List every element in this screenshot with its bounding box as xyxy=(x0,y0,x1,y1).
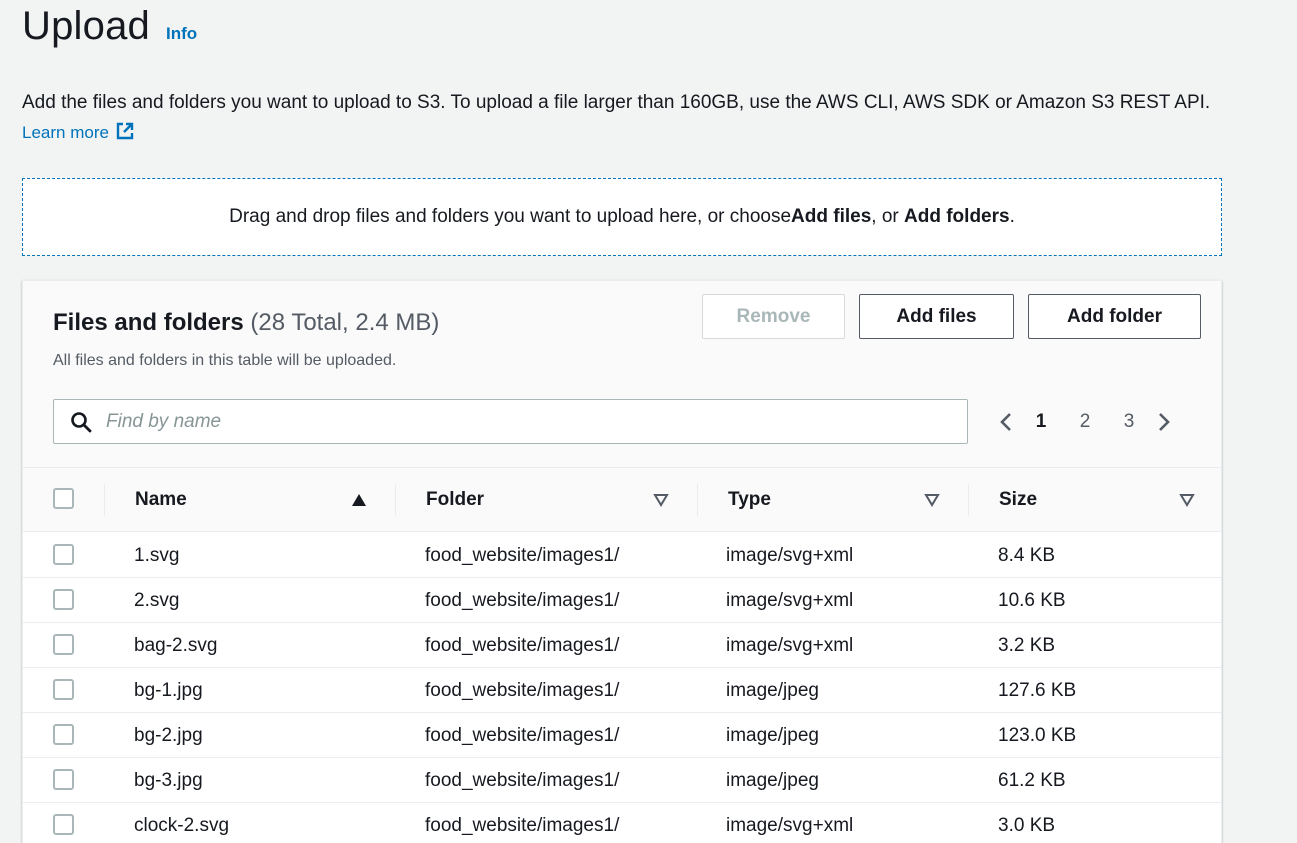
cell-folder: food_website/images1/ xyxy=(425,724,620,746)
cell-name: bg-2.jpg xyxy=(134,724,203,746)
panel-header: Files and folders (28 Total, 2.4 MB) All… xyxy=(23,281,1221,468)
cell-folder: food_website/images1/ xyxy=(425,769,620,791)
page-2[interactable]: 2 xyxy=(1063,411,1107,433)
column-header-folder[interactable]: Folder xyxy=(426,468,484,532)
column-separator xyxy=(104,484,105,516)
page-1[interactable]: 1 xyxy=(1019,411,1063,433)
cell-folder: food_website/images1/ xyxy=(425,634,620,656)
files-and-folders-panel: Files and folders (28 Total, 2.4 MB) All… xyxy=(22,280,1222,843)
cell-type: image/svg+xml xyxy=(726,814,854,836)
column-header-type[interactable]: Type xyxy=(728,468,771,532)
select-all-checkbox[interactable] xyxy=(53,488,74,509)
dropzone-add-folders: Add folders xyxy=(904,206,1010,227)
cell-folder: food_website/images1/ xyxy=(425,814,620,836)
dropzone-prefix: Drag and drop files and folders you want… xyxy=(229,206,792,227)
pagination: 1 2 3 xyxy=(995,399,1175,444)
remove-button[interactable]: Remove xyxy=(702,294,845,339)
chevron-right-icon[interactable] xyxy=(1151,410,1175,434)
column-header-name[interactable]: Name xyxy=(135,468,187,532)
panel-count: (28 Total, 2.4 MB) xyxy=(250,309,440,336)
cell-type: image/svg+xml xyxy=(726,634,854,656)
row-checkbox[interactable] xyxy=(53,724,74,745)
panel-subtitle: All files and folders in this table will… xyxy=(53,352,397,369)
sort-ascending-icon[interactable] xyxy=(351,493,367,507)
dropzone-add-files: Add files xyxy=(791,206,872,227)
cell-name: 1.svg xyxy=(134,544,180,566)
cell-name: 2.svg xyxy=(134,589,180,611)
column-separator xyxy=(395,484,396,516)
cell-size: 10.6 KB xyxy=(998,589,1066,611)
sort-icon[interactable] xyxy=(653,493,669,507)
row-checkbox[interactable] xyxy=(53,544,74,565)
row-checkbox[interactable] xyxy=(53,589,74,610)
external-link-icon xyxy=(116,122,134,140)
learn-more-label: Learn more xyxy=(22,123,109,142)
chevron-left-icon[interactable] xyxy=(995,410,1019,434)
sort-icon[interactable] xyxy=(1179,493,1195,507)
row-checkbox[interactable] xyxy=(53,769,74,790)
dropzone-suffix: . xyxy=(1009,206,1015,227)
cell-folder: food_website/images1/ xyxy=(425,589,620,611)
cell-folder: food_website/images1/ xyxy=(425,679,620,701)
search-icon xyxy=(71,411,92,432)
search-input[interactable] xyxy=(106,410,946,433)
cell-type: image/svg+xml xyxy=(726,589,854,611)
cell-name: bg-1.jpg xyxy=(134,679,203,701)
column-header-size[interactable]: Size xyxy=(999,468,1037,532)
search-box xyxy=(53,399,968,444)
cell-name: bag-2.svg xyxy=(134,634,218,656)
column-separator xyxy=(697,484,698,516)
panel-title-text: Files and folders xyxy=(53,309,244,336)
page-description: Add the files and folders you want to up… xyxy=(22,88,1232,148)
cell-name: bg-3.jpg xyxy=(134,769,203,791)
column-separator xyxy=(968,484,969,516)
info-link[interactable]: Info xyxy=(166,24,197,44)
cell-type: image/jpeg xyxy=(726,724,819,746)
panel-title: Files and folders (28 Total, 2.4 MB) xyxy=(53,309,439,337)
table-row[interactable]: bg-2.jpg food_website/images1/image/jpeg 1… xyxy=(23,713,1221,758)
table-header: Name Folder Type Size xyxy=(23,468,1221,532)
description-text: Add the files and folders you want to up… xyxy=(22,92,1211,113)
add-files-button[interactable]: Add files xyxy=(859,294,1014,339)
cell-type: image/svg+xml xyxy=(726,544,854,566)
cell-size: 127.6 KB xyxy=(998,679,1077,701)
row-checkbox[interactable] xyxy=(53,679,74,700)
learn-more-link[interactable]: Learn more xyxy=(22,122,135,142)
row-checkbox[interactable] xyxy=(53,814,74,835)
dropzone-middle: , or xyxy=(871,206,905,227)
table-row[interactable]: bag-2.svg food_website/images1/image/svg+… xyxy=(23,623,1221,668)
table-row[interactable]: clock-2.svg food_website/images1/image/sv… xyxy=(23,803,1221,843)
cell-size: 123.0 KB xyxy=(998,724,1077,746)
cell-size: 3.0 KB xyxy=(998,814,1056,836)
cell-size: 3.2 KB xyxy=(998,634,1056,656)
row-checkbox[interactable] xyxy=(53,634,74,655)
table-row[interactable]: 2.svg food_website/images1/image/svg+xml 1… xyxy=(23,578,1221,623)
table-row[interactable]: bg-3.jpg food_website/images1/image/jpeg 6… xyxy=(23,758,1221,803)
cell-folder: food_website/images1/ xyxy=(425,544,620,566)
cell-type: image/jpeg xyxy=(726,769,819,791)
page-3[interactable]: 3 xyxy=(1107,411,1151,433)
cell-size: 61.2 KB xyxy=(998,769,1066,791)
cell-type: image/jpeg xyxy=(726,679,819,701)
add-folder-button[interactable]: Add folder xyxy=(1028,294,1201,339)
page-title: Upload xyxy=(22,4,150,48)
title-row: Upload Info xyxy=(22,4,197,49)
sort-icon[interactable] xyxy=(924,493,940,507)
table-row[interactable]: bg-1.jpg food_website/images1/image/jpeg 1… xyxy=(23,668,1221,713)
upload-dropzone[interactable]: Drag and drop files and folders you want… xyxy=(22,178,1222,256)
upload-page: Upload Info Add the files and folders yo… xyxy=(0,0,1297,843)
cell-name: clock-2.svg xyxy=(134,814,230,836)
table-row[interactable]: 1.svg food_website/images1/image/svg+xml 8… xyxy=(23,533,1221,578)
cell-size: 8.4 KB xyxy=(998,544,1056,566)
